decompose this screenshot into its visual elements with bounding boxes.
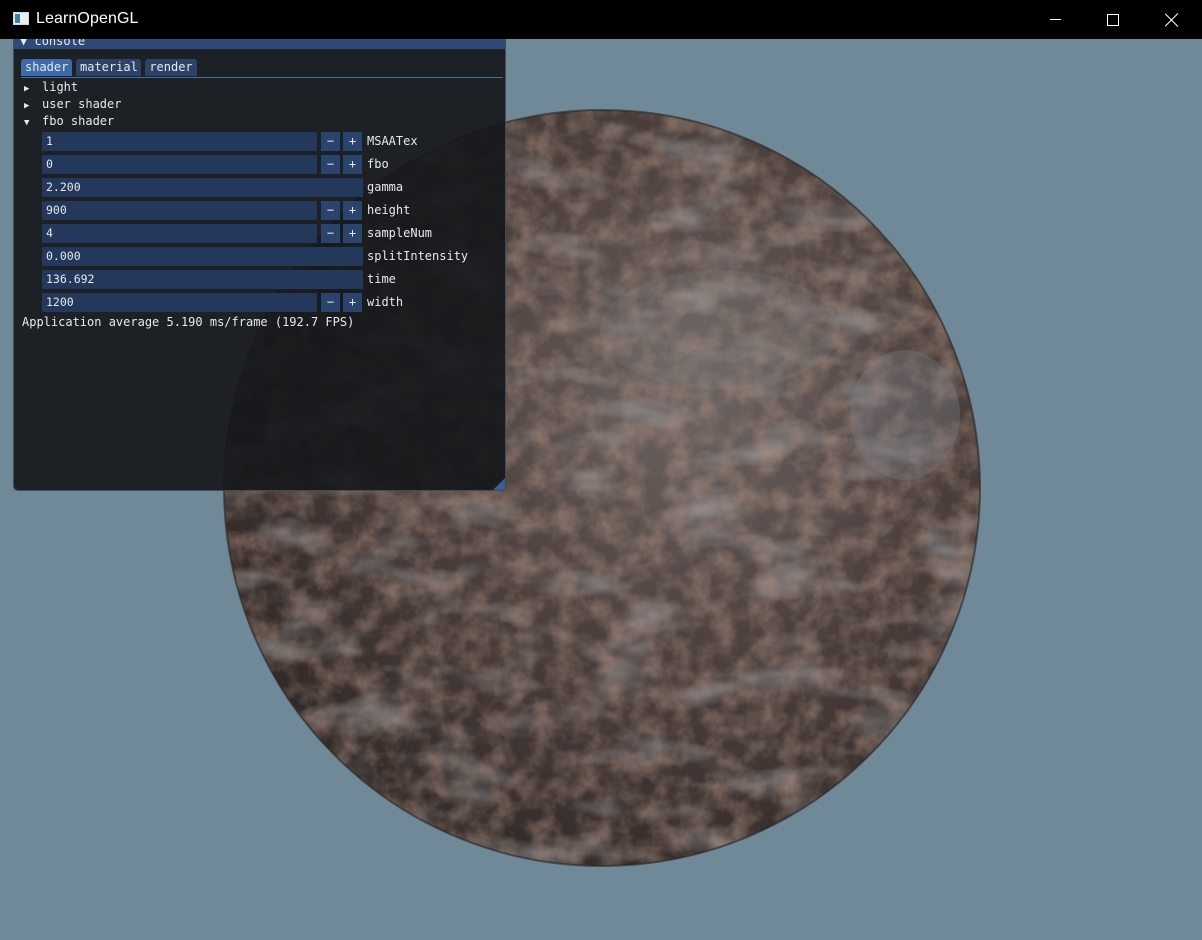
time-label: time: [367, 272, 396, 286]
height-increment-button[interactable]: +: [343, 201, 362, 220]
fbo-increment-button[interactable]: +: [343, 155, 362, 174]
resize-grip[interactable]: [493, 478, 505, 490]
tree-node-fbo-shader[interactable]: ▼ fbo shader: [24, 113, 114, 129]
fbo-decrement-button[interactable]: −: [321, 155, 340, 174]
tree-node-label: user shader: [42, 97, 122, 111]
gamma-label: gamma: [367, 180, 404, 194]
tree-node-label: fbo shader: [42, 114, 115, 128]
msaatex-label: MSAATex: [367, 134, 418, 148]
console-header[interactable]: ▼ console: [14, 39, 505, 49]
tree-node-label: light: [42, 80, 79, 94]
tab-bar: shader material render: [21, 59, 503, 78]
samplenum-decrement-button[interactable]: −: [321, 224, 340, 243]
width-label: width: [367, 295, 404, 309]
height-decrement-button[interactable]: −: [321, 201, 340, 220]
tree-node-user-shader[interactable]: ▶ user shader: [24, 96, 121, 112]
maximize-icon: [1107, 13, 1119, 26]
gamma-input[interactable]: 2.200: [42, 178, 363, 197]
app-window-icon: [13, 12, 29, 25]
samplenum-label: sampleNum: [367, 226, 433, 240]
window-titlebar[interactable]: LearnOpenGL: [0, 0, 1202, 39]
width-increment-button[interactable]: +: [343, 293, 362, 312]
tab-render[interactable]: render: [145, 59, 197, 76]
time-input[interactable]: 136.692: [42, 270, 363, 289]
msaatex-increment-button[interactable]: +: [343, 132, 362, 151]
fps-readout: Application average 5.190 ms/frame (192.…: [22, 315, 355, 329]
tree-node-light[interactable]: ▶ light: [24, 79, 78, 95]
maximize-button[interactable]: [1084, 0, 1142, 39]
collapse-arrow-icon: ▼: [24, 118, 30, 128]
height-input[interactable]: 900: [42, 201, 317, 220]
msaatex-input[interactable]: 1: [42, 132, 317, 151]
collapse-arrow-icon[interactable]: ▼: [20, 39, 27, 48]
splitintensity-input[interactable]: 0.000: [42, 247, 363, 266]
splitintensity-label: splitIntensity: [367, 249, 469, 263]
window-title: LearnOpenGL: [36, 10, 139, 27]
tab-material[interactable]: material: [76, 59, 141, 76]
close-icon: [1165, 13, 1179, 27]
console-title-row: ▼ console: [20, 39, 85, 48]
expand-arrow-icon: ▶: [24, 84, 30, 94]
close-button[interactable]: [1143, 0, 1201, 39]
minimize-button[interactable]: [1026, 0, 1084, 39]
fbo-input[interactable]: 0: [42, 155, 317, 174]
msaatex-decrement-button[interactable]: −: [321, 132, 340, 151]
fbo-label: fbo: [367, 157, 389, 171]
width-decrement-button[interactable]: −: [321, 293, 340, 312]
width-input[interactable]: 1200: [42, 293, 317, 312]
samplenum-input[interactable]: 4: [42, 224, 317, 243]
samplenum-increment-button[interactable]: +: [343, 224, 362, 243]
expand-arrow-icon: ▶: [24, 101, 30, 111]
tab-shader[interactable]: shader: [21, 59, 72, 76]
minimize-icon: [1049, 19, 1061, 20]
console-title: console: [34, 39, 86, 48]
console-window[interactable]: ▼ console shader material render ▶ light …: [13, 39, 506, 491]
height-label: height: [367, 203, 411, 217]
